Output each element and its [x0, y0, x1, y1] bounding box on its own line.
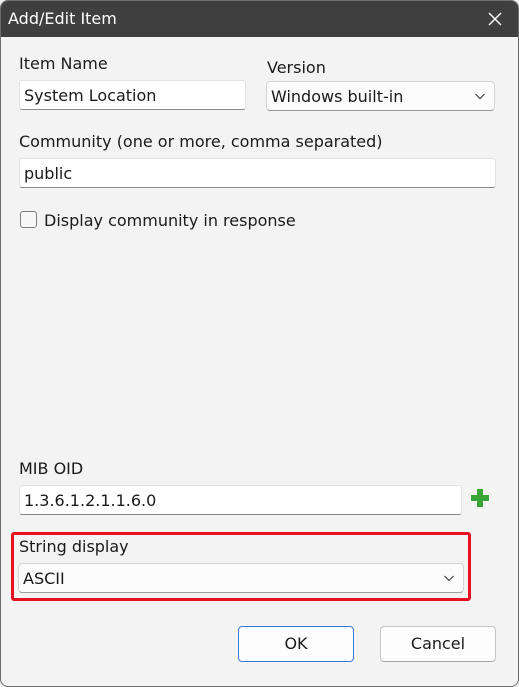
chevron-down-icon [444, 575, 454, 582]
add-edit-item-dialog: Add/Edit Item Item Name System Location … [0, 0, 519, 687]
string-display-label: String display [19, 537, 129, 556]
ok-button[interactable]: OK [238, 626, 354, 662]
version-label: Version [267, 58, 326, 77]
version-dropdown[interactable]: Windows built-in [266, 81, 495, 111]
string-display-dropdown[interactable]: ASCII [18, 563, 464, 593]
string-display-selected-value: ASCII [23, 569, 65, 588]
mib-oid-label: MIB OID [19, 459, 84, 478]
window-title: Add/Edit Item [8, 9, 117, 28]
community-label: Community (one or more, comma separated) [19, 132, 383, 151]
mib-oid-input[interactable]: 1.3.6.1.2.1.1.6.0 [19, 485, 462, 515]
community-input[interactable]: public [19, 158, 496, 188]
display-community-checkbox[interactable] [20, 211, 37, 228]
cancel-button[interactable]: Cancel [380, 626, 496, 662]
item-name-input[interactable]: System Location [19, 80, 246, 110]
close-icon [488, 12, 502, 26]
display-community-label[interactable]: Display community in response [44, 211, 296, 230]
chevron-down-icon [475, 93, 485, 100]
close-button[interactable] [472, 1, 518, 37]
title-bar: Add/Edit Item [1, 1, 518, 37]
item-name-label: Item Name [19, 54, 108, 73]
plus-icon[interactable] [469, 487, 491, 509]
version-selected-value: Windows built-in [271, 87, 404, 106]
